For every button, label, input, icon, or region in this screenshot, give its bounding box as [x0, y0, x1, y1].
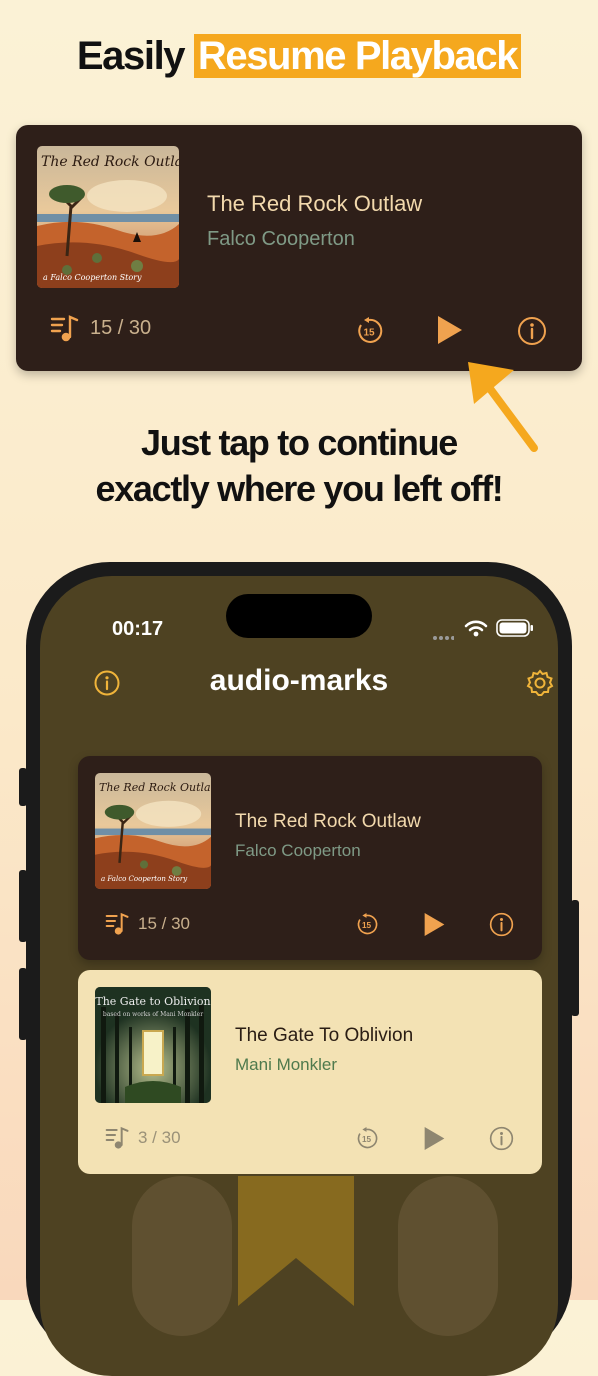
info-icon[interactable] — [489, 1126, 514, 1151]
promo-cover-image: The Red Rock Outlaw a Falco Cooperton St… — [37, 146, 179, 288]
track-list-icon — [105, 911, 130, 936]
promo-cover-subtitle: a Falco Cooperton Story — [43, 273, 142, 282]
info-icon[interactable] — [489, 912, 514, 937]
book-author: Falco Cooperton — [235, 841, 361, 860]
app-title: audio-marks — [209, 664, 389, 697]
promo-book-author: Falco Cooperton — [207, 228, 355, 250]
phone-frame: 00:17 audio-marks The Red Rock Outlaw a … — [26, 562, 572, 1376]
book-cover-image: The Red Rock Outlaw a Falco Cooperton St… — [95, 773, 211, 889]
play-button[interactable] — [423, 911, 446, 938]
phone-screen: 00:17 audio-marks The Red Rock Outlaw a … — [40, 576, 558, 1376]
book-progress-count: 3 / 30 — [138, 1127, 181, 1147]
svg-text:15: 15 — [362, 921, 372, 930]
headline-highlight: Resume Playback — [193, 34, 522, 78]
book-card[interactable]: The Red Rock Outlaw a Falco Cooperton St… — [78, 756, 542, 960]
info-icon[interactable] — [517, 316, 547, 346]
track-list-icon — [105, 1125, 130, 1150]
rewind-15-icon[interactable]: 15 — [355, 1127, 378, 1150]
status-time: 00:17 — [112, 618, 164, 640]
promo-progress[interactable]: 15 / 30 — [50, 313, 151, 343]
book-cover-image: The Gate to Oblivion based on works of M… — [95, 987, 211, 1103]
svg-text:15: 15 — [362, 1135, 372, 1144]
book-progress-count: 15 / 30 — [138, 913, 190, 933]
promo-progress-count: 15 / 30 — [90, 316, 152, 339]
wifi-icon — [464, 618, 488, 643]
settings-icon[interactable] — [526, 669, 554, 702]
background-logo-right — [398, 1176, 498, 1336]
book-cover-subtitle: a Falco Cooperton Story — [101, 875, 188, 883]
subhead-line-1: Just tap to continue — [140, 422, 458, 463]
book-cover-title: The Gate to Oblivion — [95, 995, 211, 1008]
phone-power-button — [571, 900, 579, 1016]
track-list-icon — [50, 313, 80, 343]
rewind-15-icon[interactable]: 15 — [355, 913, 378, 936]
book-cover-title: The Red Rock Outlaw — [99, 781, 211, 794]
rewind-15-icon[interactable]: 15 — [355, 317, 383, 345]
cellular-signal-icon — [432, 628, 455, 646]
background-logo-left — [132, 1176, 232, 1336]
book-author: Mani Monkler — [235, 1055, 338, 1074]
book-progress[interactable]: 3 / 30 — [105, 1125, 181, 1150]
book-title: The Red Rock Outlaw — [235, 811, 421, 832]
bookmark-logo-icon — [238, 1176, 354, 1306]
book-title: The Gate To Oblivion — [235, 1025, 414, 1046]
promo-book-title: The Red Rock Outlaw — [207, 191, 423, 216]
headline-prefix: Easily — [76, 34, 194, 78]
promo-cover-title: The Red Rock Outlaw — [41, 154, 179, 170]
promo-player-card[interactable]: The Red Rock Outlaw a Falco Cooperton St… — [16, 125, 582, 371]
play-button[interactable] — [436, 314, 464, 346]
battery-icon — [496, 619, 534, 642]
subhead-line-2: exactly where you left off! — [95, 468, 503, 509]
svg-text:15: 15 — [363, 328, 375, 339]
book-card[interactable]: The Gate to Oblivion based on works of M… — [78, 970, 542, 1174]
book-progress[interactable]: 15 / 30 — [105, 911, 190, 936]
headline: Easily Resume Playback — [0, 34, 598, 79]
play-button[interactable] — [423, 1125, 446, 1152]
book-cover-subtitle: based on works of Mani Monkler — [102, 1011, 204, 1018]
dynamic-island — [226, 594, 372, 638]
subhead: Just tap to continue exactly where you l… — [0, 420, 598, 512]
